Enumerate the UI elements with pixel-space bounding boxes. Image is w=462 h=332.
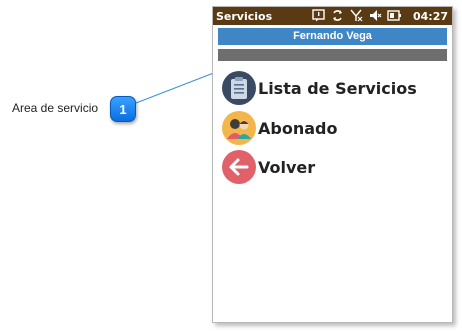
battery-icon: [387, 9, 401, 22]
volume-mute-icon: [368, 9, 382, 22]
status-icons: [311, 9, 401, 22]
menu-item-lista-de-servicios[interactable]: Lista de Servicios: [222, 71, 442, 105]
header-divider-bar: [218, 49, 447, 61]
menu-item-volver[interactable]: Volver: [222, 150, 442, 184]
status-clock: 04:27: [412, 10, 448, 23]
callout-number-badge: 1: [110, 96, 136, 122]
people-icon: [222, 111, 256, 145]
no-signal-icon: [349, 9, 363, 22]
callout-label: Area de servicio: [12, 101, 99, 115]
user-name-header: Fernando Vega: [218, 28, 447, 45]
menu-item-label: Abonado: [258, 118, 338, 138]
sync-icon: [330, 9, 344, 22]
clipboard-icon: [222, 71, 256, 105]
status-bar: Servicios 04:27: [213, 7, 452, 25]
menu-item-label: Volver: [258, 157, 316, 177]
menu-item-abonado[interactable]: Abonado: [222, 111, 442, 145]
device-screen: Servicios 04:27 Fernando Vega Lista de S…: [212, 6, 453, 323]
menu-item-label: Lista de Servicios: [258, 78, 417, 98]
message-icon: [311, 9, 325, 22]
back-arrow-icon: [222, 150, 256, 184]
app-title: Servicios: [216, 10, 273, 23]
